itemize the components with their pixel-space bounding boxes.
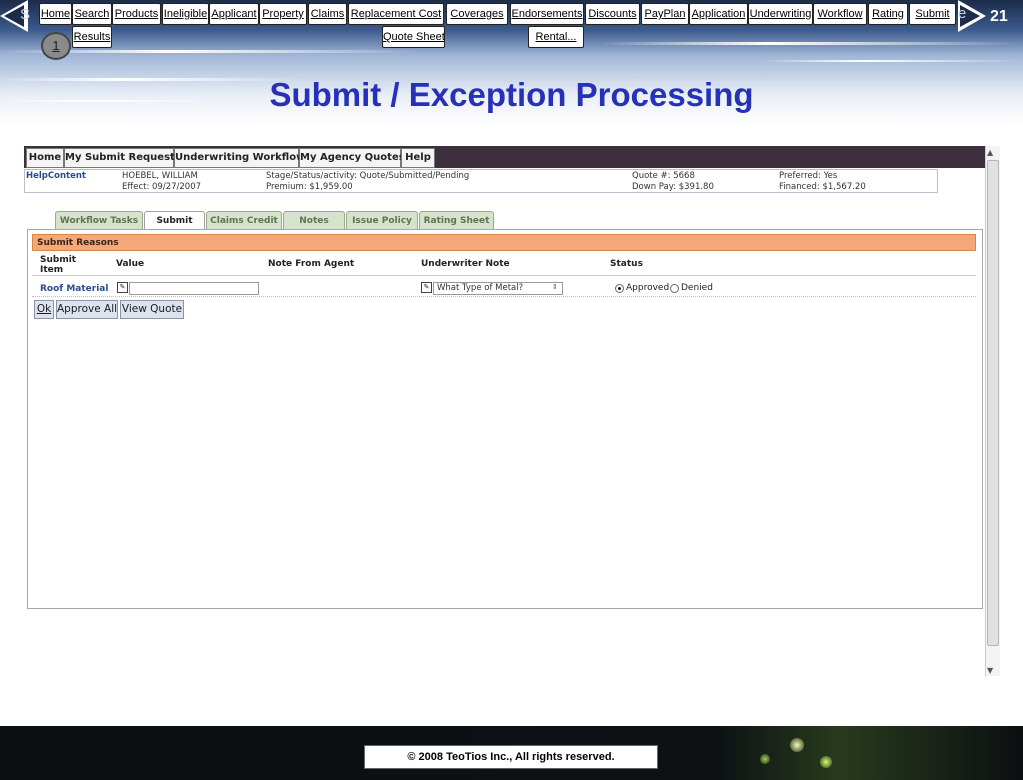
nav-claims[interactable]: Claims [308,3,347,25]
stage-status: Stage/Status/activity: Quote/Submitted/P… [266,171,470,181]
ok-button[interactable]: Ok [34,300,54,319]
column-value: Value [116,259,145,269]
row-submit-item: Roof Material [40,284,109,294]
column-note-from-agent: Note From Agent [268,259,355,269]
row-divider [32,296,976,297]
nav-payplan[interactable]: PayPlan [641,3,689,25]
nav-ineligible[interactable]: Ineligible [162,3,209,25]
tab-notes[interactable]: Notes [283,211,345,230]
approved-label: Approved [626,283,670,293]
nav-coverages[interactable]: Coverages [446,3,508,25]
tab-issue-policy[interactable]: Issue Policy [346,211,418,230]
down-payment: Down Pay: $391.80 [632,182,714,192]
left-letter: S [20,6,31,23]
nav-application[interactable]: Application [689,3,748,25]
menu-my-agency-quotes[interactable]: My Agency Quotes [299,148,405,168]
menu-help[interactable]: Help [401,148,435,168]
scroll-down-icon[interactable]: ▼ [987,666,993,675]
approve-all-button-label: Approve All [57,303,118,315]
tab-submit[interactable]: Submit [144,211,205,231]
approve-all-button[interactable]: Approve All [56,300,118,319]
column-status: Status [610,259,643,269]
financed: Financed: $1,567.20 [779,182,866,192]
edit-uw-note-icon[interactable]: ✎ [421,282,432,293]
tab-rating-sheet[interactable]: Rating Sheet [419,211,494,230]
nav-applicant[interactable]: Applicant [209,3,259,25]
view-quote-button-label: View Quote [121,303,183,315]
nav-property[interactable]: Property [259,3,307,25]
decor-streak [600,42,1020,45]
nav-products[interactable]: Products [112,3,161,25]
menu-my-submit-requests[interactable]: My Submit Requests [64,148,181,168]
menu-home[interactable]: Home [26,148,64,168]
tab-claims-credit[interactable]: Claims Credit [206,211,282,230]
nav-rating[interactable]: Rating [868,3,908,25]
step-indicator[interactable]: 1 [41,32,71,60]
value-input[interactable] [129,282,259,295]
view-quote-button[interactable]: View Quote [120,300,184,319]
edit-value-icon[interactable]: ✎ [117,282,128,293]
quote-number: Quote #: 5668 [632,171,695,181]
scroll-up-icon[interactable]: ▲ [987,148,993,157]
nav-workflow[interactable]: Workflow [813,3,867,25]
nav-replacement-cost[interactable]: Replacement Cost [348,3,444,25]
nav-home[interactable]: Home [39,3,72,25]
approved-radio[interactable] [615,284,624,293]
nav-underwriting[interactable]: Underwriting [748,3,813,25]
nav-discounts[interactable]: Discounts [585,3,640,25]
nav-submit[interactable]: Submit [909,3,956,25]
nav-search[interactable]: Search [72,3,112,25]
scrollbar-thumb[interactable] [987,160,999,646]
decor-streak [760,60,1020,62]
slide-number: 21 [990,8,1008,25]
tab-workflow-tasks[interactable]: Workflow Tasks [55,211,143,230]
quote-info-bar: HelpContent HOEBEL, WILLIAM Effect: 09/2… [24,169,938,193]
copyright-box: © 2008 TeoTios Inc., All rights reserved… [364,745,658,769]
premium: Premium: $1,959.00 [266,182,353,192]
nav-results[interactable]: Results [72,26,112,48]
note-stepper-icon[interactable]: ⇕ [552,283,558,291]
underwriter-note-input[interactable]: What Type of Metal? [433,282,563,295]
section-header: Submit Reasons [32,234,976,251]
decor-glow [760,754,770,764]
nav-rental[interactable]: Rental... [528,26,584,48]
nav-endorsements[interactable]: Endorsements [510,3,584,25]
column-submit-item: Submit Item [40,255,77,275]
preferred: Preferred: Yes [779,171,838,181]
right-letter: e [958,5,967,22]
denied-label: Denied [681,283,713,293]
menu-underwriting-workflow[interactable]: Underwriting Workflow [174,148,305,168]
decor-glow [820,756,832,768]
insured-name: HOEBEL, WILLIAM [122,171,198,181]
ok-button-label: Ok [36,303,52,315]
decor-glow [790,738,804,752]
slide-title: Submit / Exception Processing [269,76,754,113]
help-content-link[interactable]: HelpContent [26,171,86,181]
nav-quote-sheet[interactable]: Quote Sheet [382,26,445,48]
denied-radio[interactable] [670,284,679,293]
column-underwriter-note: Underwriter Note [421,259,510,269]
effective-date: Effect: 09/27/2007 [122,182,202,192]
header-divider [32,275,976,276]
